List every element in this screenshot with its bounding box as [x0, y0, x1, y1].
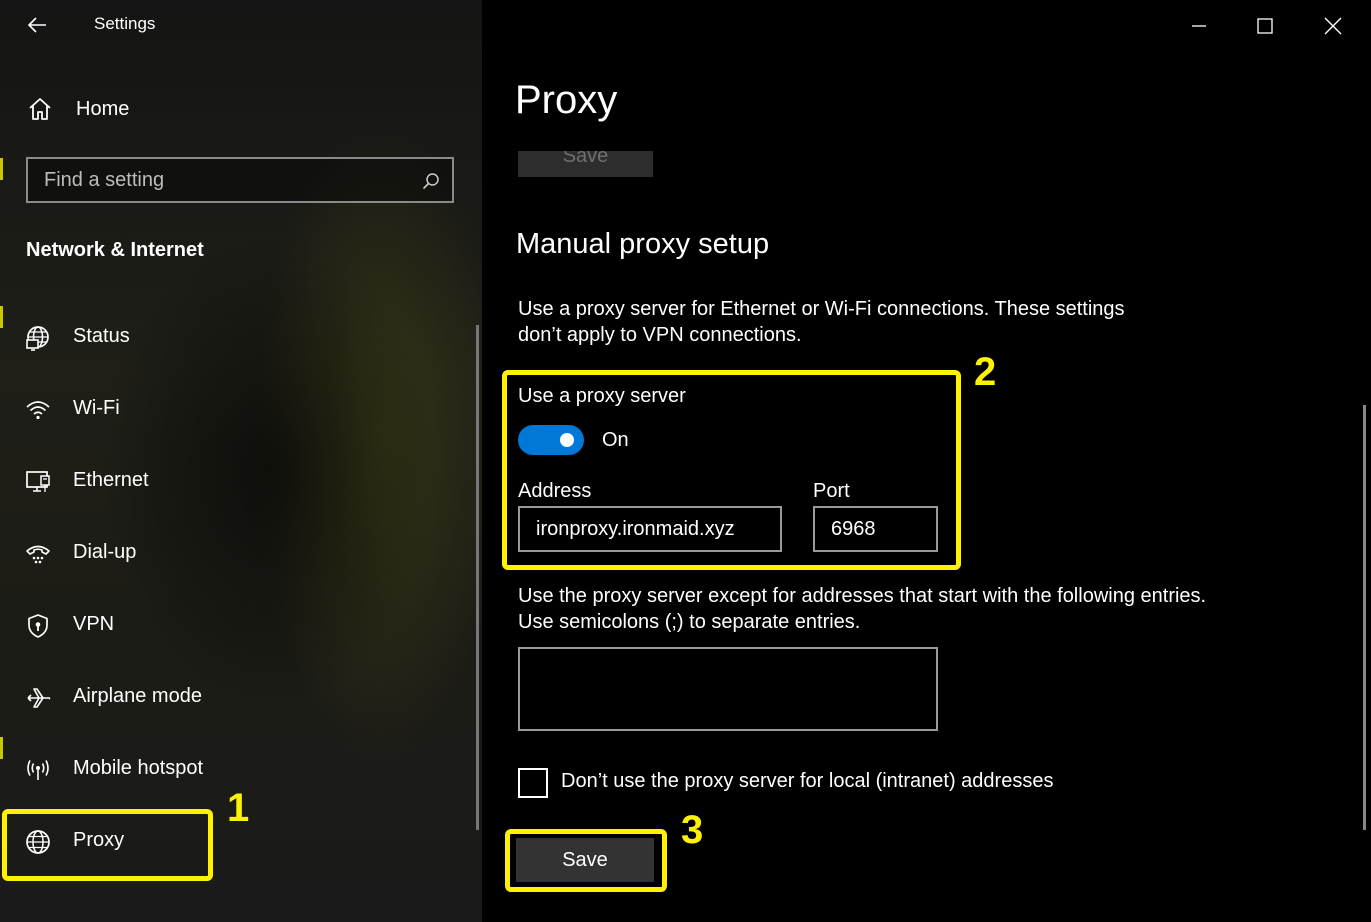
manual-proxy-heading: Manual proxy setup: [516, 228, 770, 260]
close-icon: [1324, 17, 1342, 35]
sidebar-item-label: Ethernet: [73, 469, 149, 491]
step-marker-2: 2: [974, 350, 997, 394]
local-bypass-checkbox[interactable]: [518, 768, 548, 798]
main-scrollbar[interactable]: [1363, 405, 1366, 830]
sidebar-item-status[interactable]: Status: [0, 317, 470, 357]
sidebar-item-airplane-mode[interactable]: Airplane mode: [0, 677, 470, 717]
sidebar-item-vpn[interactable]: VPN: [0, 605, 470, 645]
maximize-icon: [1257, 18, 1273, 34]
ethernet-icon: [26, 471, 50, 492]
minimize-icon: [1192, 25, 1206, 27]
close-button[interactable]: [1317, 10, 1349, 42]
wifi-icon: [26, 401, 50, 420]
sidebar-item-wifi[interactable]: Wi-Fi: [0, 389, 470, 429]
sidebar: Settings Home Network & Internet Status: [0, 0, 482, 922]
edge-marker: [0, 158, 3, 180]
home-nav[interactable]: Home: [26, 94, 129, 124]
home-label: Home: [76, 97, 130, 120]
exceptions-description: Use the proxy server except for addresse…: [518, 585, 1207, 633]
back-button[interactable]: [24, 12, 54, 38]
page-title: Proxy: [515, 78, 618, 122]
highlight-box-proxy: [2, 809, 213, 881]
home-icon: [29, 98, 51, 120]
sidebar-item-mobile-hotspot[interactable]: Mobile hotspot: [0, 749, 470, 789]
sidebar-item-label: Airplane mode: [73, 685, 202, 707]
section-title: Network & Internet: [26, 239, 204, 261]
previous-save-label: Save: [562, 151, 609, 167]
maximize-button[interactable]: [1249, 10, 1281, 42]
vpn-shield-icon: [28, 614, 48, 638]
search-box[interactable]: [26, 157, 454, 203]
sidebar-item-label: VPN: [73, 613, 115, 635]
sidebar-scrollbar[interactable]: [476, 325, 479, 830]
search-input[interactable]: [28, 159, 408, 201]
sidebar-item-ethernet[interactable]: Ethernet: [0, 461, 470, 501]
back-arrow-icon: [27, 17, 46, 33]
sidebar-item-label: Wi-Fi: [73, 397, 120, 419]
main-pane: Proxy Save Manual proxy setup Use a prox…: [482, 0, 1371, 922]
sidebar-item-label: Dial-up: [73, 541, 137, 563]
minimize-button[interactable]: [1183, 10, 1215, 42]
search-icon[interactable]: [422, 172, 440, 190]
globe-monitor-icon: [26, 326, 49, 351]
hotspot-icon: [27, 760, 49, 780]
sidebar-item-dial-up[interactable]: Dial-up: [0, 533, 470, 573]
step-marker-3: 3: [681, 808, 704, 852]
app-title: Settings: [94, 14, 156, 33]
sidebar-item-label: Mobile hotspot: [73, 757, 204, 779]
airplane-icon: [27, 688, 51, 708]
local-bypass-label: Don’t use the proxy server for local (in…: [561, 770, 1054, 792]
highlight-box-save: [505, 829, 667, 892]
manual-proxy-description: Use a proxy server for Ethernet or Wi-Fi…: [518, 298, 1125, 346]
exceptions-field[interactable]: [518, 647, 938, 731]
dial-up-icon: [26, 545, 50, 564]
previous-save-button[interactable]: Save: [518, 151, 653, 177]
highlight-box-proxy-settings: [502, 370, 961, 570]
sidebar-item-label: Status: [73, 325, 130, 347]
exceptions-textarea[interactable]: [520, 649, 936, 729]
step-marker-1: 1: [227, 786, 250, 830]
